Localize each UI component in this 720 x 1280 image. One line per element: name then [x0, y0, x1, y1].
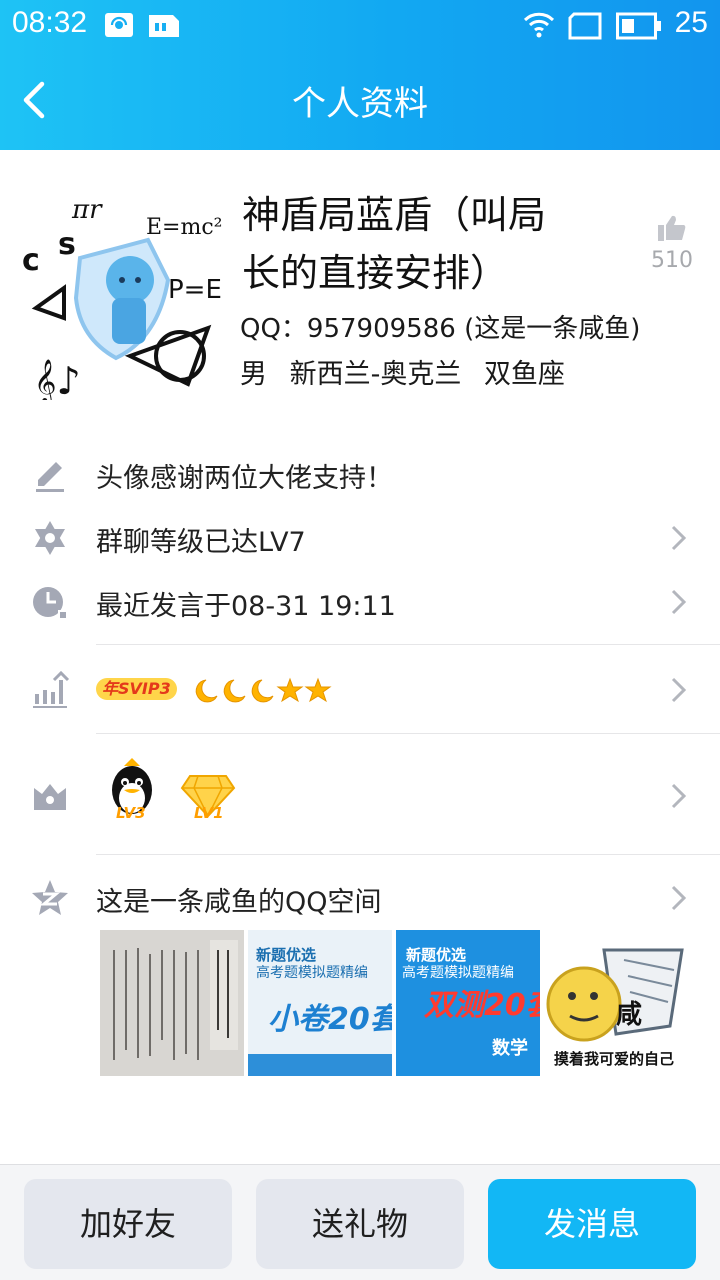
divider — [96, 733, 720, 734]
signature-text: 头像感谢两位大佬支持！ — [96, 463, 393, 494]
like-count: 510 — [651, 248, 693, 273]
svg-text:P=E: P=E — [168, 275, 222, 305]
star-of-david-icon — [35, 521, 65, 555]
send-message-button[interactable]: 发消息 — [488, 1179, 696, 1269]
qq-level-label: LV3 — [116, 804, 146, 822]
crown-icon — [34, 784, 66, 810]
profile-name-line1: 神盾局蓝盾（叫局 — [242, 193, 547, 237]
divider — [96, 854, 720, 855]
photo-caption: 摸着我可爱的自己 — [554, 1050, 675, 1068]
battery-icon — [616, 12, 662, 44]
chevron-right-icon — [671, 783, 687, 809]
status-bar: 08:32 25 — [0, 0, 720, 52]
badges-row[interactable]: LV3 LV1 — [0, 750, 720, 840]
vip-level-icons — [195, 677, 332, 703]
svg-text:𝄞♪: 𝄞♪ — [34, 359, 81, 400]
photo-thumbnail[interactable]: 咸 摸着我可爱的自己 — [544, 930, 688, 1076]
profile-meta: 男 新西兰-奥克兰 双鱼座 — [240, 352, 579, 391]
svg-text:c: c — [22, 243, 40, 278]
battery-level: 25 — [674, 6, 708, 39]
notification-icon — [104, 12, 134, 42]
add-friend-button[interactable]: 加好友 — [24, 1179, 232, 1269]
top-bar: 08:32 25 个人资料 — [0, 0, 720, 150]
thumbs-up-icon — [658, 215, 686, 241]
group-level-row[interactable]: 群聊等级已达LV7 — [0, 512, 720, 564]
svg-text:s: s — [58, 227, 76, 262]
chevron-right-icon — [671, 885, 687, 911]
last-speak-text: 最近发言于08-31 19:11 — [96, 591, 396, 622]
photo-big-text: 小卷20套 — [268, 1002, 392, 1037]
qzone-row[interactable]: 这是一条咸鱼的QQ空间 — [0, 872, 720, 924]
chevron-right-icon — [671, 525, 687, 551]
photo-char: 咸 — [616, 1000, 643, 1030]
sim-icon — [148, 12, 180, 42]
screen-icon — [568, 12, 602, 44]
page-title: 个人资料 — [292, 84, 428, 124]
profile-name: 神盾局蓝盾（叫局 长的直接安排） — [242, 186, 622, 302]
svg-text:πr: πr — [71, 195, 103, 225]
wifi-icon — [522, 10, 556, 42]
signature-row[interactable]: 头像感谢两位大佬支持！ — [0, 448, 720, 500]
status-time: 08:32 — [12, 6, 88, 39]
svg-text:E=mc²: E=mc² — [146, 215, 223, 240]
photo-big-text: 双测20套 — [424, 988, 540, 1023]
zodiac: 双鱼座 — [483, 359, 565, 390]
last-speak-row[interactable]: 最近发言于08-31 19:11 — [0, 576, 720, 628]
gender: 男 — [240, 359, 267, 390]
qzone-photos: 新题优选 高考题模拟题精编 小卷20套 新题优选 高考题模拟题精编 双测20套 … — [100, 930, 688, 1076]
qzone-text: 这是一条咸鱼的QQ空间 — [96, 887, 382, 918]
profile-name-line2: 长的直接安排） — [242, 251, 509, 295]
growth-chart-icon — [33, 670, 70, 708]
bottom-action-bar: 加好友 送礼物 发消息 — [0, 1164, 720, 1280]
pencil-icon — [36, 462, 64, 492]
group-level-text: 群聊等级已达LV7 — [96, 527, 306, 558]
qzone-star-icon — [32, 880, 68, 915]
photo-subtitle: 高考题模拟题精编 — [256, 965, 368, 981]
divider — [96, 644, 720, 645]
clock-icon — [33, 587, 68, 620]
avatar-image: πr E=mc² c s P=E 𝄞♪ — [18, 188, 230, 405]
avatar[interactable]: πr E=mc² c s P=E 𝄞♪ — [18, 188, 230, 405]
photo-subject: 数学 — [492, 1038, 528, 1059]
photo-thumbnail[interactable] — [100, 930, 244, 1076]
send-gift-button[interactable]: 送礼物 — [256, 1179, 464, 1269]
chevron-right-icon — [671, 677, 687, 703]
svip-badge: 年SVIP3 — [96, 678, 177, 700]
qq-number: QQ：957909586 (这是一条咸鱼) — [240, 314, 641, 344]
like-button[interactable]: 510 — [640, 214, 704, 273]
photo-thumbnail[interactable]: 新题优选 高考题模拟题精编 小卷20套 — [248, 930, 392, 1076]
location: 新西兰-奥克兰 — [289, 359, 462, 390]
diamond-level-label: LV1 — [194, 804, 224, 822]
chevron-right-icon — [671, 589, 687, 615]
photo-thumbnail[interactable]: 新题优选 高考题模拟题精编 双测20套 数学 — [396, 930, 540, 1076]
photo-subtitle: 高考题模拟题精编 — [402, 965, 514, 981]
